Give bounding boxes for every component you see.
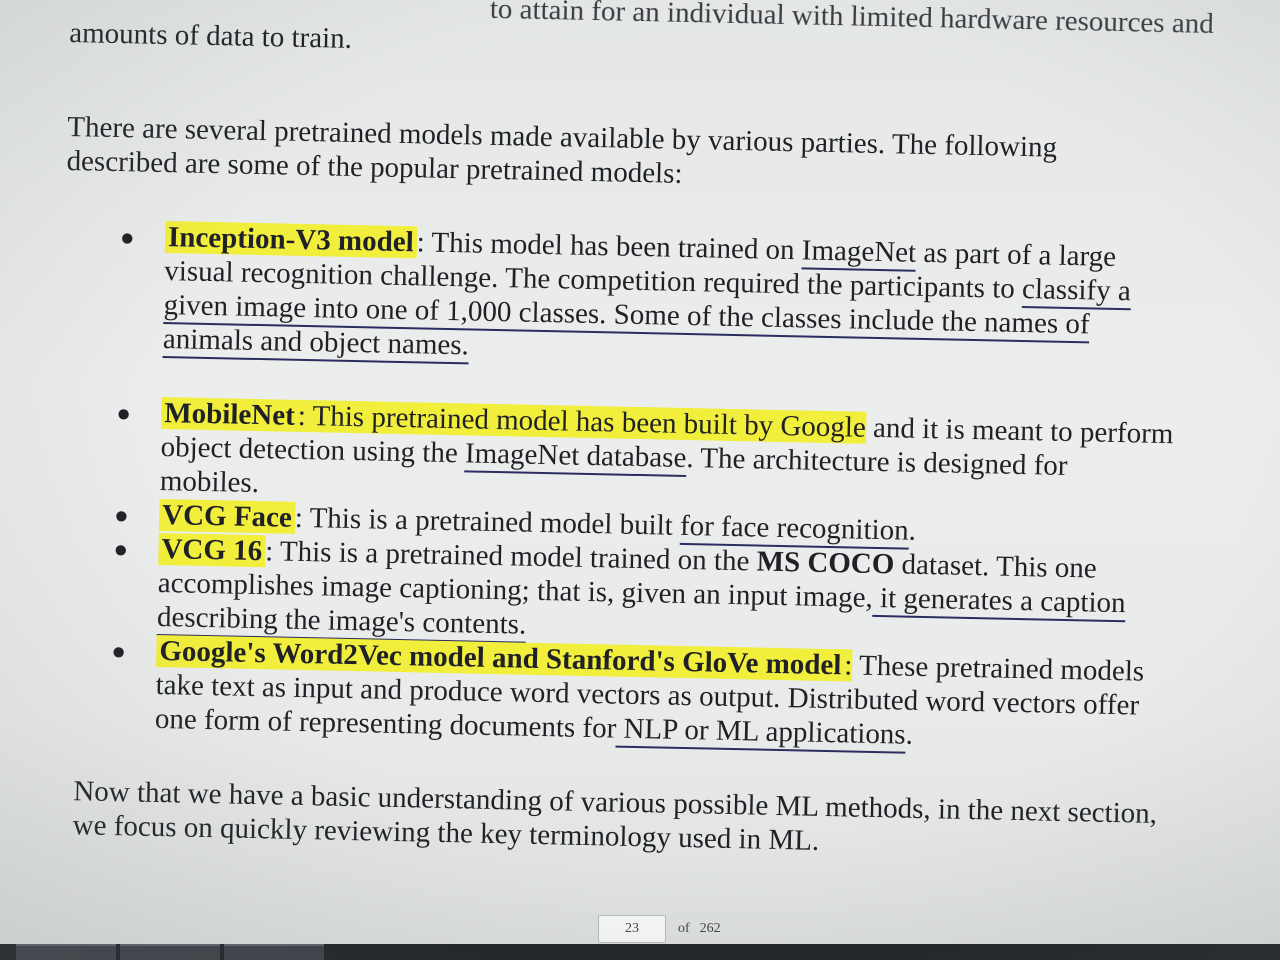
underlined-text: NLP or ML applications <box>615 712 906 754</box>
taskbar-button[interactable] <box>120 944 220 960</box>
underlined-text: ImageNet database <box>464 437 687 478</box>
pretrained-models-list: ● Inception-V3 model: This model has bee… <box>55 218 1241 758</box>
bold-text: MS COCO <box>756 545 895 581</box>
taskbar-button[interactable] <box>224 944 324 960</box>
bullet-icon: ● <box>119 225 135 252</box>
underlined-text: classify a <box>1021 273 1132 311</box>
screen: to attain for an individual with limited… <box>0 0 1280 960</box>
page-navigator: 23 of 262 <box>598 915 721 943</box>
total-pages: 262 <box>699 921 721 936</box>
taskbar <box>0 944 1280 960</box>
underlined-text: ImageNet <box>801 234 917 272</box>
page-number-input[interactable]: 23 <box>598 915 666 943</box>
list-item-inception: ● Inception-V3 model: This model has bee… <box>63 218 1241 379</box>
term-highlight: MobileNet <box>161 397 299 432</box>
bullet-icon: ● <box>116 401 132 428</box>
term-highlight: Inception-V3 model <box>164 221 418 259</box>
page-of-label: of <box>678 921 690 936</box>
outro-paragraph: Now that we have a basic understanding o… <box>52 774 1228 867</box>
bullet-icon: ● <box>113 537 129 564</box>
bullet-icon: ● <box>113 503 129 530</box>
bullet-icon: ● <box>111 639 127 666</box>
underlined-text: it generates a caption <box>872 581 1126 623</box>
term-highlight: VCG 16 <box>158 532 266 568</box>
intro-paragraph: There are several pretrained models made… <box>66 110 1242 203</box>
taskbar-button[interactable] <box>16 944 116 960</box>
term-highlight: VCG Face <box>158 498 296 534</box>
underlined-text: animals and object names. <box>162 323 470 365</box>
document-page: to attain for an individual with limited… <box>52 0 1244 866</box>
